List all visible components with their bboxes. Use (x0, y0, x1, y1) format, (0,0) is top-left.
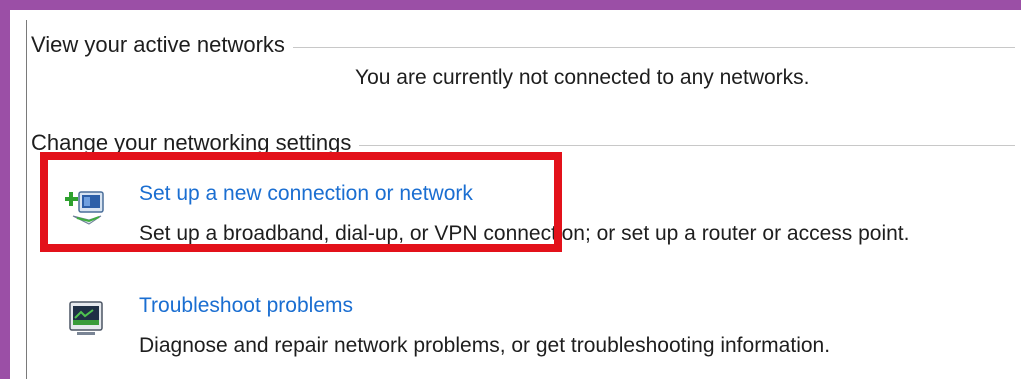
change-settings-title: Change your networking settings (31, 130, 352, 155)
section-divider (292, 46, 1015, 48)
new-connection-icon (64, 186, 107, 228)
task-troubleshoot[interactable]: Troubleshoot problems Diagnose and repai… (63, 292, 1011, 372)
setup-connection-link[interactable]: Set up a new connection or network (139, 182, 473, 206)
troubleshoot-link[interactable]: Troubleshoot problems (139, 294, 353, 318)
active-networks-title: View your active networks (31, 32, 285, 57)
connection-status-text: You are currently not connected to any n… (355, 66, 810, 89)
troubleshoot-icon (65, 298, 107, 340)
active-networks-header: View your active networks (31, 30, 1015, 60)
network-settings-panel: View your active networks You are curren… (26, 20, 1021, 379)
troubleshoot-description: Diagnose and repair network problems, or… (139, 334, 831, 357)
window-frame: View your active networks You are curren… (0, 0, 1021, 379)
change-settings-header: Change your networking settings (31, 128, 1015, 158)
section-divider (359, 144, 1015, 146)
task-new-connection[interactable]: Set up a new connection or network Set u… (63, 180, 1011, 260)
setup-connection-description: Set up a broadband, dial-up, or VPN conn… (139, 222, 910, 245)
